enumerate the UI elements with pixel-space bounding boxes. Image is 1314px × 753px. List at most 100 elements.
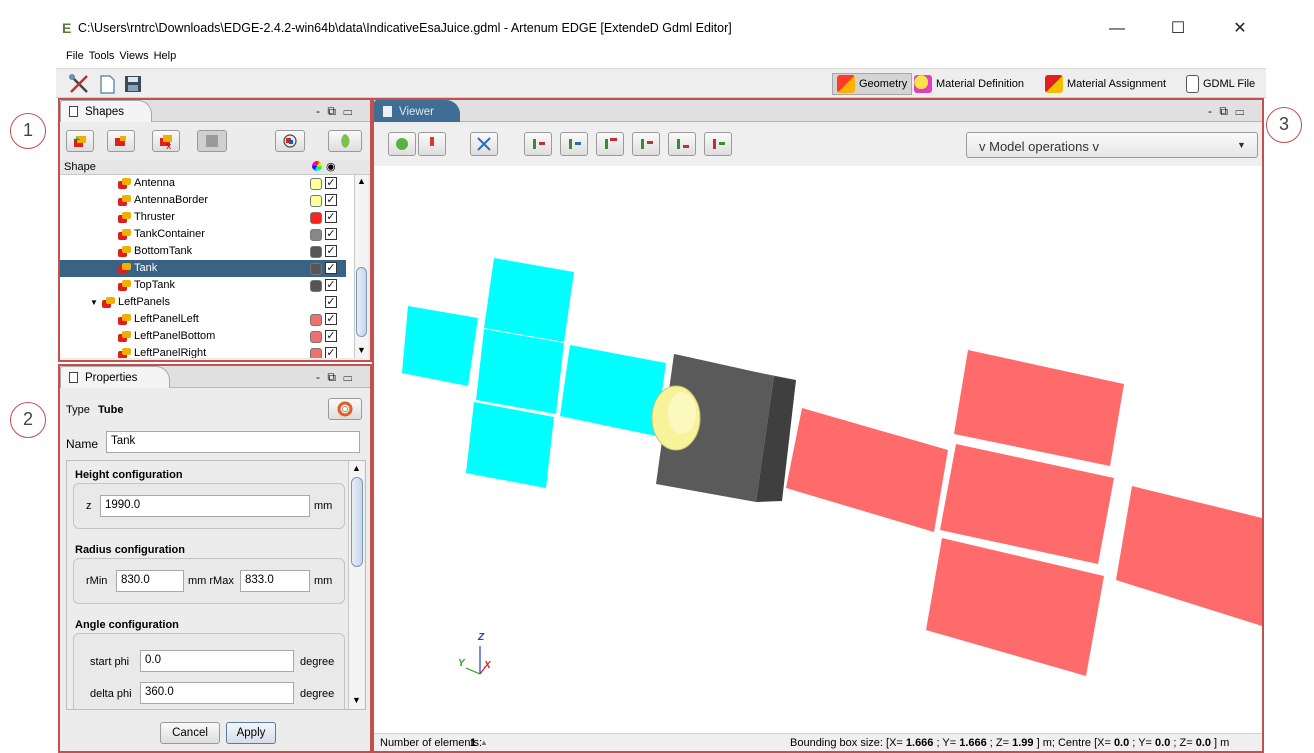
- visibility-checkbox[interactable]: ✓: [325, 228, 337, 240]
- rmax-input[interactable]: 833.0: [240, 570, 310, 592]
- scroll-down-icon[interactable]: ▼: [357, 345, 366, 355]
- shape-color-swatch[interactable]: [310, 229, 322, 241]
- scroll-down-icon[interactable]: ▼: [352, 695, 361, 705]
- shape-color-swatch[interactable]: [310, 246, 322, 258]
- scroll-up-icon[interactable]: ▲: [357, 176, 366, 186]
- tools-icon[interactable]: [68, 73, 90, 95]
- chevron-up-icon[interactable]: ▲: [480, 738, 488, 747]
- menu-views[interactable]: Views: [119, 50, 148, 62]
- pick-pointer-icon[interactable]: [418, 132, 446, 156]
- rmin-input[interactable]: 830.0: [116, 570, 184, 592]
- visibility-checkbox[interactable]: ✓: [325, 279, 337, 291]
- add-shape-button[interactable]: +: [66, 130, 94, 152]
- shape-tree-row[interactable]: Antenna ✓: [60, 175, 346, 192]
- shapes-tab[interactable]: Shapes: [60, 100, 152, 122]
- visibility-checkbox[interactable]: ✓: [325, 313, 337, 325]
- visibility-checkbox[interactable]: ✓: [325, 330, 337, 342]
- view-plus-y-icon[interactable]: [596, 132, 624, 156]
- cancel-button[interactable]: Cancel: [160, 722, 220, 744]
- view-minus-y-icon[interactable]: [632, 132, 660, 156]
- color-button[interactable]: [328, 130, 362, 152]
- shape-tree-row[interactable]: BottomTank ✓: [60, 243, 346, 260]
- fit-view-icon[interactable]: [470, 132, 498, 156]
- red-solar-panel-left[interactable]: [786, 408, 948, 532]
- minimize-button[interactable]: —: [1097, 16, 1137, 42]
- open-file-icon[interactable]: [96, 73, 118, 95]
- menu-file[interactable]: File: [66, 50, 84, 62]
- visibility-checkbox[interactable]: ✓: [325, 177, 337, 189]
- visibility-checkbox[interactable]: ✓: [325, 296, 337, 308]
- shape-color-swatch[interactable]: [310, 331, 322, 343]
- disabled-shape-button[interactable]: [197, 130, 227, 152]
- help-button[interactable]: [328, 398, 362, 420]
- start-phi-input[interactable]: 0.0: [140, 650, 294, 672]
- shape-color-swatch[interactable]: [310, 348, 322, 358]
- satellite-model[interactable]: [374, 166, 1262, 733]
- mode-gdml-file-button[interactable]: GDML File: [1186, 73, 1255, 95]
- apply-button[interactable]: Apply: [226, 722, 276, 744]
- shape-tree-row[interactable]: TankContainer ✓: [60, 226, 346, 243]
- menu-tools[interactable]: Tools: [89, 50, 115, 62]
- delete-shape-button[interactable]: x: [152, 130, 180, 152]
- expand-tree-button[interactable]: [275, 130, 305, 152]
- mode-material-definition-button[interactable]: Material Definition: [914, 73, 1024, 95]
- shape-operation-button[interactable]: [107, 130, 135, 152]
- shape-color-swatch[interactable]: [310, 212, 322, 224]
- view-plus-z-icon[interactable]: [668, 132, 696, 156]
- cyan-solar-panel-center[interactable]: [476, 329, 564, 414]
- cyan-solar-panel-top[interactable]: [484, 258, 574, 342]
- shape-color-swatch[interactable]: [310, 280, 322, 292]
- properties-tab[interactable]: Properties: [60, 366, 170, 388]
- cyan-solar-panel-left[interactable]: [402, 306, 478, 386]
- shape-tree-row[interactable]: Tank ✓: [60, 260, 346, 277]
- model-operations-dropdown[interactable]: v Model operations v ▼: [966, 132, 1258, 158]
- expand-toggle-icon[interactable]: ▼: [90, 298, 98, 307]
- maximize-button[interactable]: ☐: [1158, 16, 1198, 42]
- 3d-viewport[interactable]: Z Y X: [374, 166, 1262, 733]
- visibility-checkbox[interactable]: ✓: [325, 262, 337, 274]
- shape-tree[interactable]: Antenna ✓ AntennaBorder ✓ Thruster ✓ TankConta…: [60, 175, 354, 358]
- shape-tree-row[interactable]: LeftPanelLeft ✓: [60, 311, 346, 328]
- visibility-checkbox[interactable]: ✓: [325, 211, 337, 223]
- properties-scrollbar[interactable]: ▲ ▼: [348, 461, 364, 709]
- shape-color-swatch[interactable]: [310, 195, 322, 207]
- view-minus-z-icon[interactable]: [704, 132, 732, 156]
- panel-window-controls[interactable]: - ⧉ ▭: [316, 104, 354, 119]
- shape-tree-row[interactable]: AntennaBorder ✓: [60, 192, 346, 209]
- visibility-checkbox[interactable]: ✓: [325, 194, 337, 206]
- menu-help[interactable]: Help: [154, 50, 177, 62]
- callout-1: 1: [10, 113, 46, 149]
- panel-window-controls[interactable]: - ⧉ ▭: [316, 370, 354, 385]
- shape-tree-row[interactable]: LeftPanelRight ✓: [60, 345, 346, 358]
- visibility-checkbox[interactable]: ✓: [325, 347, 337, 358]
- visibility-checkbox[interactable]: ✓: [325, 245, 337, 257]
- shape-tree-row[interactable]: LeftPanelBottom ✓: [60, 328, 346, 345]
- mode-geometry-button[interactable]: Geometry: [832, 73, 913, 95]
- scrollbar-thumb[interactable]: [356, 267, 367, 337]
- scroll-up-icon[interactable]: ▲: [352, 463, 361, 473]
- pan-hand-icon[interactable]: [388, 132, 416, 156]
- shape-list-scrollbar[interactable]: ▲ ▼: [354, 175, 368, 358]
- shape-tree-row[interactable]: Thruster ✓: [60, 209, 346, 226]
- viewer-tab-header: Viewer - ⧉ ▭: [374, 100, 1262, 122]
- cyan-solar-panel-right[interactable]: [560, 345, 666, 436]
- mode-material-assignment-button[interactable]: Material Assignment: [1045, 73, 1166, 95]
- viewer-tab[interactable]: Viewer: [374, 100, 460, 122]
- save-icon[interactable]: [122, 73, 144, 95]
- shape-tree-row[interactable]: TopTank ✓: [60, 277, 346, 294]
- shape-color-swatch[interactable]: [310, 263, 322, 275]
- delta-phi-input[interactable]: 360.0: [140, 682, 294, 704]
- close-button[interactable]: ✕: [1220, 16, 1260, 42]
- name-input[interactable]: Tank: [106, 431, 360, 453]
- view-plus-x-icon[interactable]: [524, 132, 552, 156]
- red-solar-panel-top[interactable]: [954, 350, 1124, 466]
- view-minus-x-icon[interactable]: [560, 132, 588, 156]
- shape-color-swatch[interactable]: [310, 314, 322, 326]
- scrollbar-thumb[interactable]: [351, 477, 363, 567]
- shape-tree-row[interactable]: ▼ LeftPanels ✓: [60, 294, 346, 311]
- z-input[interactable]: 1990.0: [100, 495, 310, 517]
- panel-window-controls[interactable]: - ⧉ ▭: [1208, 104, 1246, 119]
- cyan-solar-panel-bottom[interactable]: [466, 402, 554, 488]
- shape-color-swatch[interactable]: [310, 178, 322, 190]
- red-solar-panel-right[interactable]: [1116, 486, 1262, 626]
